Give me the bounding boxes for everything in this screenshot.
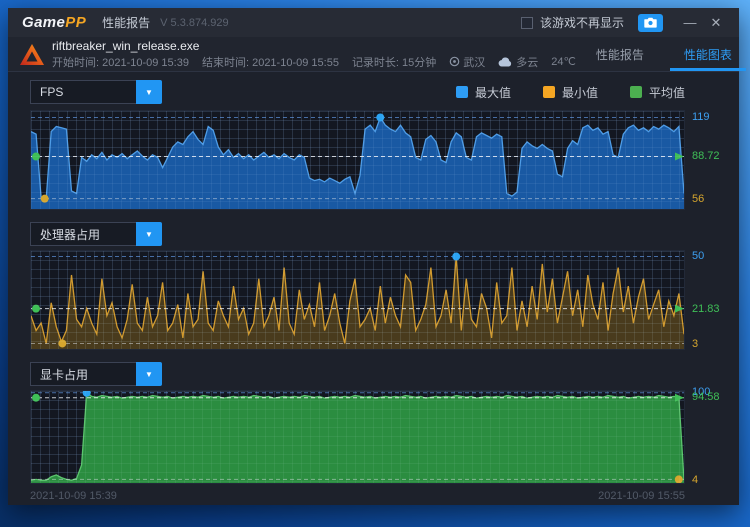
fps-chart-wrap: 119 88.72 56 [30, 110, 685, 210]
fps-max-value: 119 [692, 111, 710, 123]
cpu-avg-value: 21.83 [692, 303, 720, 315]
gpu-chart [30, 390, 685, 484]
gpu-toolbar-row: 显卡占用 ▼ [30, 362, 685, 386]
logo-text-pp: PP [65, 14, 86, 31]
gamepp-window: GamePP 性能报告 V 5.3.874.929 该游戏不再显示 — ✕ [8, 8, 739, 505]
weather-label: 多云 [516, 54, 538, 70]
game-exe-name: riftbreaker_win_release.exe [52, 39, 576, 53]
metric-select-gpu-value: 显卡占用 [30, 362, 136, 386]
location-pin-icon [449, 56, 460, 67]
cloud-icon [498, 57, 513, 67]
legend-item-avg: 平均值 [630, 84, 685, 101]
window-title: 性能报告 [102, 14, 150, 31]
close-button[interactable]: ✕ [703, 12, 729, 34]
desktop-background: GamePP 性能报告 V 5.3.874.929 该游戏不再显示 — ✕ [0, 0, 750, 527]
duration-label: 记录时长: 15分钟 [352, 54, 436, 70]
fps-y-axis-labels: 119 88.72 56 [685, 110, 739, 210]
screenshot-button[interactable] [638, 14, 663, 32]
gpu-avg-value: 94.58 [692, 391, 720, 403]
game-icon [20, 37, 44, 71]
tabs: 性能报告 性能图表 [576, 37, 750, 71]
chevron-down-icon[interactable]: ▼ [136, 362, 162, 386]
chevron-down-icon[interactable]: ▼ [136, 222, 162, 246]
chart-start-time: 2021-10-09 15:39 [30, 490, 117, 502]
legend-swatch-avg [630, 86, 642, 98]
chart-end-time: 2021-10-09 15:55 [598, 490, 685, 502]
start-time-label: 开始时间: 2021-10-09 15:39 [52, 54, 189, 70]
legend-item-min: 最小值 [543, 84, 598, 101]
chevron-down-icon[interactable]: ▼ [136, 80, 162, 104]
legend-label-max: 最大值 [475, 84, 511, 101]
logo-text-game: Game [22, 14, 65, 31]
metric-select-cpu[interactable]: 处理器占用 ▼ [30, 222, 162, 246]
legend-item-max: 最大值 [456, 84, 511, 101]
legend: 最大值 最小值 平均值 [456, 84, 685, 101]
dont-show-again-checkbox[interactable] [521, 17, 533, 29]
cpu-chart-wrap: 50 21.83 3 [30, 250, 685, 350]
game-meta: riftbreaker_win_release.exe 开始时间: 2021-1… [52, 37, 576, 71]
end-time-label: 结束时间: 2021-10-09 15:55 [202, 54, 339, 70]
fps-avg-value: 88.72 [692, 150, 720, 162]
cpu-chart [30, 250, 685, 350]
cpu-toolbar-row: 处理器占用 ▼ [30, 222, 685, 246]
fps-toolbar-row: FPS ▼ 最大值 最小值 平均值 [30, 80, 685, 104]
metric-select-cpu-value: 处理器占用 [30, 222, 136, 246]
gpu-y-axis-labels: 100 94.58 4 [685, 390, 739, 484]
gpu-max-value: 100 [692, 386, 710, 398]
camera-icon [644, 17, 657, 28]
gpu-chart-wrap: 100 94.58 4 [30, 390, 685, 484]
city-label: 武汉 [463, 54, 485, 70]
time-axis: 2021-10-09 15:39 2021-10-09 15:55 [30, 490, 685, 502]
dont-show-again-label: 该游戏不再显示 [540, 14, 624, 31]
riftbreaker-logo-icon [20, 44, 44, 65]
gpu-min-value: 4 [692, 474, 698, 486]
titlebar: GamePP 性能报告 V 5.3.874.929 该游戏不再显示 — ✕ [8, 8, 739, 37]
metric-select-fps[interactable]: FPS ▼ [30, 80, 162, 104]
legend-swatch-max [456, 86, 468, 98]
legend-swatch-min [543, 86, 555, 98]
fps-chart [30, 110, 685, 210]
temperature-label: 24℃ [551, 55, 576, 68]
location-group: 武汉 [449, 54, 485, 70]
cpu-y-axis-labels: 50 21.83 3 [685, 250, 739, 350]
metric-select-fps-value: FPS [30, 80, 136, 104]
minimize-button[interactable]: — [677, 12, 703, 34]
version-label: V 5.3.874.929 [160, 17, 229, 29]
weather-group: 多云 [498, 54, 538, 70]
cpu-min-value: 3 [692, 338, 698, 350]
fps-min-value: 56 [692, 193, 704, 205]
legend-label-avg: 平均值 [649, 84, 685, 101]
legend-label-min: 最小值 [562, 84, 598, 101]
content: FPS ▼ 最大值 最小值 平均值 [8, 72, 739, 505]
tab-performance-chart[interactable]: 性能图表 [664, 37, 750, 71]
cpu-max-value: 50 [692, 250, 704, 262]
metric-select-gpu[interactable]: 显卡占用 ▼ [30, 362, 162, 386]
tab-performance-report[interactable]: 性能报告 [576, 37, 664, 71]
session-info: 开始时间: 2021-10-09 15:39 结束时间: 2021-10-09 … [52, 54, 576, 70]
header: riftbreaker_win_release.exe 开始时间: 2021-1… [8, 37, 739, 72]
gamepp-logo: GamePP [22, 14, 86, 31]
